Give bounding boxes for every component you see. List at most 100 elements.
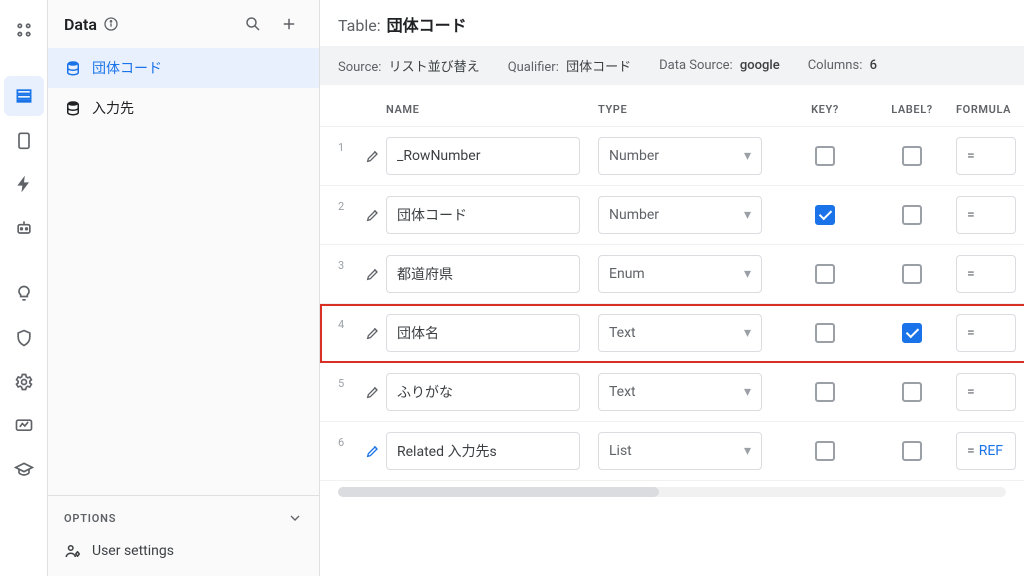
column-name-input[interactable]: ふりがな xyxy=(386,373,580,411)
rail-bot-icon[interactable] xyxy=(4,208,44,248)
options-header[interactable]: OPTIONS xyxy=(64,510,303,526)
edit-column-button[interactable] xyxy=(360,148,386,164)
meta-columns[interactable]: Columns: 6 xyxy=(808,58,877,73)
column-type-select[interactable]: Number▾ xyxy=(598,137,762,175)
nav-rail xyxy=(0,0,48,576)
rail-automation-icon[interactable] xyxy=(4,164,44,204)
sidebar-table-label: 入力先 xyxy=(92,98,134,118)
col-header-type[interactable]: TYPE xyxy=(598,103,782,116)
rail-security-icon[interactable] xyxy=(4,318,44,358)
info-icon[interactable] xyxy=(103,16,119,32)
col-header-formula[interactable]: FORMULA xyxy=(956,103,1024,116)
column-row: 4 団体名 Text▾ = xyxy=(320,304,1024,363)
user-settings-link[interactable]: User settings xyxy=(64,536,303,566)
formula-input[interactable]: = xyxy=(956,137,1016,175)
label-checkbox[interactable] xyxy=(902,441,922,461)
column-name-input[interactable]: 都道府県 xyxy=(386,255,580,293)
pencil-icon xyxy=(365,384,381,400)
sidebar-table-item[interactable]: 入力先 xyxy=(48,88,319,128)
caret-down-icon: ▾ xyxy=(744,325,751,341)
meta-datasource[interactable]: Data Source: google xyxy=(659,58,780,73)
label-checkbox[interactable] xyxy=(902,205,922,225)
column-row: 3 都道府県 Enum▾ = xyxy=(320,245,1024,304)
column-type-select[interactable]: Number▾ xyxy=(598,196,762,234)
formula-input[interactable]: = xyxy=(956,255,1016,293)
row-index: 4 xyxy=(338,314,360,331)
rail-learn-icon[interactable] xyxy=(4,450,44,490)
row-index: 6 xyxy=(338,432,360,449)
column-type-select[interactable]: Text▾ xyxy=(598,373,762,411)
key-checkbox[interactable] xyxy=(815,264,835,284)
label-checkbox[interactable] xyxy=(902,382,922,402)
columns-header-row: NAME TYPE KEY? LABEL? FORMULA xyxy=(320,85,1024,127)
column-type-select[interactable]: List▾ xyxy=(598,432,762,470)
chevron-down-icon xyxy=(287,510,303,526)
pencil-icon xyxy=(365,325,381,341)
rail-data-icon[interactable] xyxy=(4,76,44,116)
search-icon[interactable] xyxy=(239,10,267,38)
row-index: 2 xyxy=(338,196,360,213)
caret-down-icon: ▾ xyxy=(744,207,751,223)
column-row: 5 ふりがな Text▾ = xyxy=(320,363,1024,422)
key-checkbox[interactable] xyxy=(815,205,835,225)
formula-input[interactable]: = xyxy=(956,373,1016,411)
edit-column-button[interactable] xyxy=(360,384,386,400)
pencil-icon xyxy=(365,148,381,164)
pencil-icon xyxy=(365,207,381,223)
column-type-select[interactable]: Text▾ xyxy=(598,314,762,352)
horizontal-scrollbar[interactable] xyxy=(338,487,1006,497)
col-header-name[interactable]: NAME xyxy=(386,103,598,116)
add-table-icon[interactable] xyxy=(275,10,303,38)
pencil-icon xyxy=(365,266,381,282)
row-index: 3 xyxy=(338,255,360,272)
formula-input[interactable]: = xyxy=(956,314,1016,352)
col-header-key[interactable]: KEY? xyxy=(782,103,868,116)
user-settings-icon xyxy=(64,542,82,560)
key-checkbox[interactable] xyxy=(815,382,835,402)
sidebar-title: Data xyxy=(64,15,231,34)
rail-settings-icon[interactable] xyxy=(4,10,44,50)
sidebar-table-item[interactable]: 団体コード xyxy=(48,48,319,88)
table-meta-bar: Source: リスト並び替え Qualifier: 団体コード Data So… xyxy=(320,46,1024,85)
database-icon xyxy=(64,59,82,77)
row-index: 1 xyxy=(338,137,360,154)
sidebar-table-label: 団体コード xyxy=(92,58,162,78)
column-name-input[interactable]: 団体コード xyxy=(386,196,580,234)
rail-monitor-icon[interactable] xyxy=(4,406,44,446)
column-name-input[interactable]: Related 入力先s xyxy=(386,432,580,470)
column-type-select[interactable]: Enum▾ xyxy=(598,255,762,293)
caret-down-icon: ▾ xyxy=(744,148,751,164)
rail-manage-icon[interactable] xyxy=(4,362,44,402)
table-title: Table:団体コード xyxy=(320,0,1024,46)
col-header-label[interactable]: LABEL? xyxy=(868,103,956,116)
column-row: 1 _RowNumber Number▾ = xyxy=(320,127,1024,186)
caret-down-icon: ▾ xyxy=(744,266,751,282)
label-checkbox[interactable] xyxy=(902,264,922,284)
meta-source[interactable]: Source: リスト並び替え xyxy=(338,56,480,75)
key-checkbox[interactable] xyxy=(815,441,835,461)
label-checkbox[interactable] xyxy=(902,323,922,343)
rail-intelligence-icon[interactable] xyxy=(4,274,44,314)
formula-input[interactable]: =REF xyxy=(956,432,1016,470)
edit-column-button[interactable] xyxy=(360,266,386,282)
edit-column-button[interactable] xyxy=(360,207,386,223)
caret-down-icon: ▾ xyxy=(744,384,751,400)
table-list: 団体コード入力先 xyxy=(48,48,319,495)
row-index: 5 xyxy=(338,373,360,390)
label-checkbox[interactable] xyxy=(902,146,922,166)
key-checkbox[interactable] xyxy=(815,323,835,343)
database-icon xyxy=(64,99,82,117)
pencil-icon xyxy=(365,443,381,459)
edit-column-button[interactable] xyxy=(360,443,386,459)
column-row: 2 団体コード Number▾ = xyxy=(320,186,1024,245)
column-name-input[interactable]: 団体名 xyxy=(386,314,580,352)
key-checkbox[interactable] xyxy=(815,146,835,166)
column-name-input[interactable]: _RowNumber xyxy=(386,137,580,175)
data-sidebar: Data 団体コード入力先 OPTIONS User settings xyxy=(48,0,320,576)
caret-down-icon: ▾ xyxy=(744,443,751,459)
main-panel: Table:団体コード Source: リスト並び替え Qualifier: 団… xyxy=(320,0,1024,576)
edit-column-button[interactable] xyxy=(360,325,386,341)
meta-qualifier[interactable]: Qualifier: 団体コード xyxy=(508,56,631,75)
formula-input[interactable]: = xyxy=(956,196,1016,234)
rail-ux-icon[interactable] xyxy=(4,120,44,160)
